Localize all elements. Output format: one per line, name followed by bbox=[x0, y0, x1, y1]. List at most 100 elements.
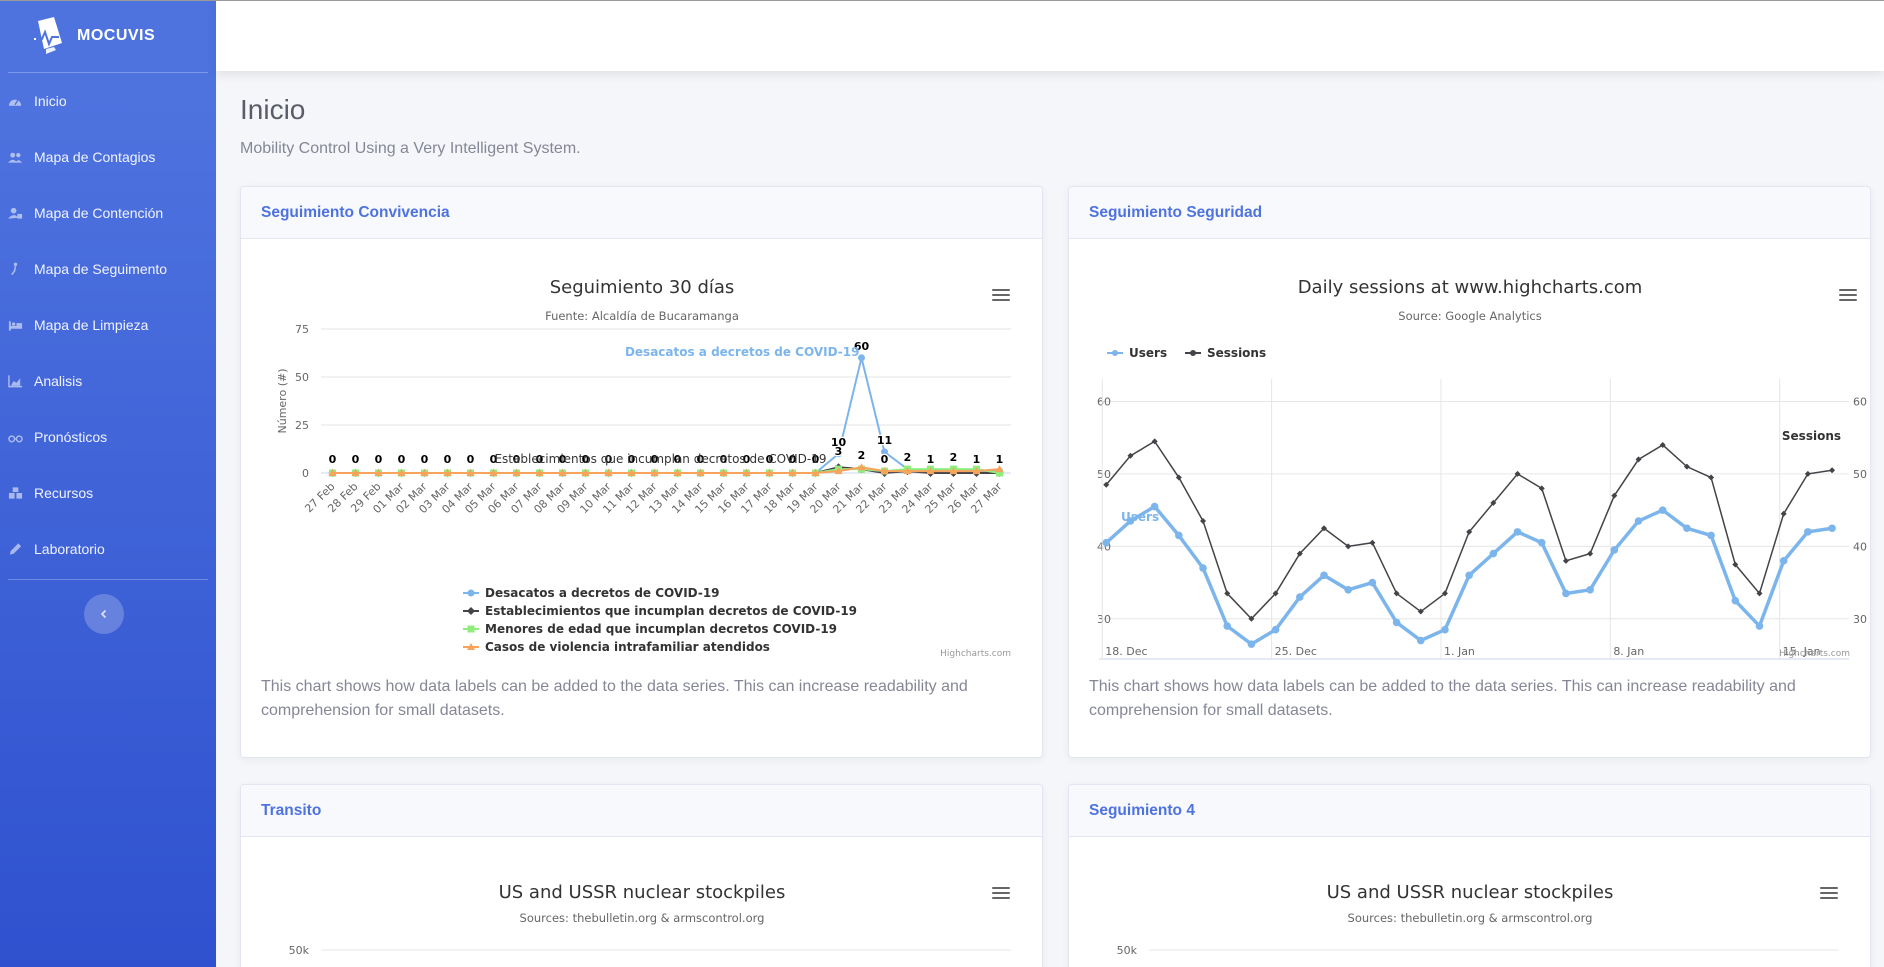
data-label: 0 bbox=[375, 453, 383, 466]
sidebar-item-mapa-de-contagios[interactable]: Mapa de Contagios bbox=[0, 129, 216, 185]
data-point bbox=[1513, 528, 1522, 536]
chart-subtitle: Source: Google Analytics bbox=[1398, 309, 1541, 323]
data-label: 2 bbox=[858, 449, 866, 462]
sidebar-item-label: Recursos bbox=[34, 485, 94, 501]
chart-daily-sessions: Daily sessions at www.highcharts.com Sour… bbox=[1097, 277, 1867, 660]
chart-seguimiento-30-dias: Seguimiento 30 días Fuente: Alcaldía de B… bbox=[276, 277, 1011, 659]
legend-label: Sessions bbox=[1207, 346, 1266, 360]
card-title: Transito bbox=[241, 785, 1042, 837]
data-point bbox=[1416, 636, 1425, 645]
sidebar-item-mapa-de-limpieza[interactable]: Mapa de Limpieza bbox=[0, 297, 216, 353]
chevron-left-icon bbox=[100, 609, 107, 619]
x-tick-label: 25. Dec bbox=[1275, 645, 1317, 658]
legend-item: Users bbox=[1107, 346, 1167, 360]
data-point bbox=[1755, 622, 1764, 630]
data-label: 1 bbox=[973, 453, 981, 466]
data-point bbox=[1320, 571, 1328, 580]
series-annotation: Desacatos a decretos de COVID-19 bbox=[625, 345, 860, 359]
legend-item: Desacatos a decretos de COVID-19 bbox=[463, 586, 720, 600]
data-point bbox=[1658, 506, 1667, 514]
glasses-icon bbox=[8, 429, 28, 445]
sidebar-item-label: Mapa de Limpieza bbox=[34, 317, 149, 333]
sidebar-divider-bottom bbox=[8, 579, 208, 580]
data-label: 0 bbox=[444, 453, 452, 466]
sidebar-item-label: Laboratorio bbox=[34, 541, 105, 557]
sidebar-item-recursos[interactable]: Recursos bbox=[0, 465, 216, 521]
data-label: 11 bbox=[877, 434, 892, 447]
data-point bbox=[1223, 622, 1232, 630]
y-tick-label-right: 50 bbox=[1853, 468, 1867, 481]
chart-menu-icon[interactable] bbox=[1839, 289, 1857, 303]
y-tick-label-right: 60 bbox=[1853, 395, 1867, 408]
data-point bbox=[1562, 589, 1570, 598]
chart-title: US and USSR nuclear stockpiles bbox=[1327, 882, 1614, 903]
chart-menu-icon[interactable] bbox=[992, 887, 1010, 901]
data-point bbox=[1199, 564, 1207, 572]
data-label: 3 bbox=[835, 445, 843, 458]
sidebar-toggle-button[interactable] bbox=[84, 594, 124, 634]
sidebar-item-pronósticos[interactable]: Pronósticos bbox=[0, 409, 216, 465]
data-point bbox=[1537, 538, 1546, 547]
card-title: Seguimiento 4 bbox=[1069, 785, 1870, 837]
y-tick-label-right: 30 bbox=[1853, 613, 1867, 626]
topbar bbox=[216, 1, 1884, 71]
data-point bbox=[1489, 549, 1498, 558]
data-point bbox=[1610, 546, 1619, 554]
chart-credits: Highcharts.com bbox=[940, 649, 1011, 659]
data-point bbox=[1779, 557, 1788, 565]
window-top-border bbox=[0, 0, 1884, 1]
brand-name: MOCUVIS bbox=[77, 27, 156, 44]
legend-symbol bbox=[1190, 350, 1196, 356]
data-point bbox=[1175, 531, 1183, 540]
data-point bbox=[1587, 550, 1594, 557]
y-tick-label-left: 30 bbox=[1097, 613, 1111, 626]
card-seguimiento-convivencia: Seguimiento Convivencia Seguimiento 30 d… bbox=[240, 186, 1043, 758]
y-tick-label-left: 50 bbox=[1097, 468, 1111, 481]
data-label: 0 bbox=[881, 453, 889, 466]
chart-menu-icon[interactable] bbox=[992, 289, 1010, 303]
data-point bbox=[1344, 586, 1352, 594]
data-point bbox=[1392, 618, 1401, 627]
series-end-label: Users bbox=[1121, 510, 1159, 524]
data-point bbox=[1586, 586, 1594, 594]
card-title: Seguimiento Seguridad bbox=[1069, 187, 1870, 239]
legend-item: Menores de edad que incumplan decretos C… bbox=[463, 622, 837, 636]
sidebar-item-mapa-de-seguimento[interactable]: Mapa de Seguimento bbox=[0, 241, 216, 297]
y-axis-label: Número (#) bbox=[276, 369, 289, 434]
y-tick-label: 25 bbox=[295, 419, 309, 432]
series-annotation: Establecimientos que incumplan decretos … bbox=[494, 452, 826, 466]
sidebar-brand[interactable]: MOCUVIS bbox=[0, 0, 216, 72]
chart-credits: Highcharts.com bbox=[1779, 649, 1850, 659]
chart-nuclear-stockpiles: US and USSR nuclear stockpiles Sources: t… bbox=[1117, 882, 1839, 957]
walking-icon bbox=[8, 261, 28, 277]
users-icon bbox=[8, 149, 28, 165]
y-tick-label: 0 bbox=[302, 467, 309, 480]
chart-area-icon bbox=[8, 373, 28, 389]
data-point bbox=[1804, 528, 1812, 536]
sidebar-item-inicio[interactable]: Inicio bbox=[0, 73, 216, 129]
data-point bbox=[1828, 524, 1836, 533]
card-seguimiento-seguridad: Seguimiento Seguridad Daily sessions at … bbox=[1068, 186, 1871, 758]
page-title: Inicio bbox=[240, 94, 306, 125]
legend-item: Sessions bbox=[1185, 346, 1266, 360]
sidebar-item-analisis[interactable]: Analisis bbox=[0, 353, 216, 409]
sidebar-item-label: Mapa de Contagios bbox=[34, 149, 156, 165]
sidebar-item-label: Mapa de Seguimento bbox=[34, 261, 168, 277]
data-point bbox=[1683, 524, 1691, 533]
cubes-icon bbox=[8, 485, 28, 501]
bed-icon bbox=[8, 317, 28, 333]
data-label: 2 bbox=[904, 451, 912, 464]
chart-menu-icon[interactable] bbox=[1820, 887, 1838, 901]
legend-item: Establecimientos que incumplan decretos … bbox=[463, 604, 857, 618]
data-label: 0 bbox=[467, 453, 475, 466]
card-title: Seguimiento Convivencia bbox=[241, 187, 1042, 239]
user-lock-icon bbox=[8, 205, 28, 221]
legend-symbol bbox=[467, 625, 475, 633]
pen-icon bbox=[8, 541, 28, 557]
chart-title: US and USSR nuclear stockpiles bbox=[499, 882, 786, 903]
sidebar-item-laboratorio[interactable]: Laboratorio bbox=[0, 521, 216, 577]
dashboard-icon bbox=[8, 93, 28, 109]
brand-logo-icon bbox=[34, 17, 62, 54]
sidebar-item-label: Pronósticos bbox=[34, 429, 108, 445]
sidebar-item-mapa-de-contención[interactable]: Mapa de Contención bbox=[0, 185, 216, 241]
